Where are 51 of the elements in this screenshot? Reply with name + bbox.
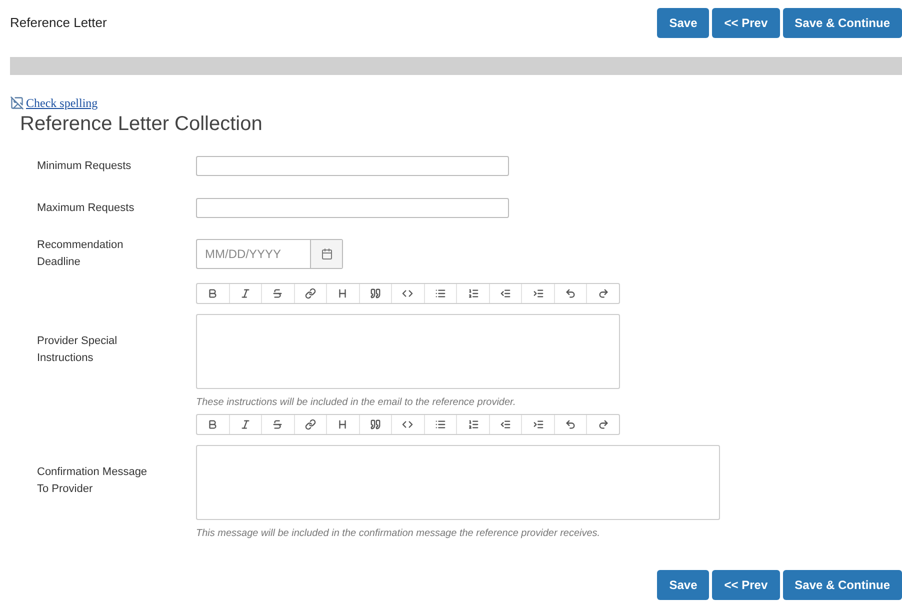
- italic-icon: [240, 419, 251, 430]
- prev-button[interactable]: << Prev: [712, 8, 780, 38]
- date-field[interactable]: MM/DD/YYYY: [196, 239, 343, 269]
- italic-icon: [240, 288, 251, 299]
- outdent-icon: [500, 288, 512, 299]
- text-editor-field[interactable]: [196, 314, 620, 389]
- field-label: Recommendation Deadline: [37, 238, 124, 270]
- calendar-icon: [320, 248, 332, 260]
- field-label: Provider Special Instructions: [37, 334, 118, 366]
- code-icon: [402, 419, 414, 430]
- indent-icon: [532, 288, 544, 299]
- save-button[interactable]: Save: [657, 570, 710, 600]
- calendar-button[interactable]: [310, 240, 342, 268]
- field-label: Maximum Requests: [37, 200, 136, 216]
- bulleted-list-icon: [434, 419, 446, 430]
- text-field[interactable]: [196, 198, 509, 218]
- code-icon: [402, 288, 414, 299]
- heading-icon: [337, 288, 348, 299]
- section-title: Reference Letter Collection: [20, 112, 264, 136]
- field-hint: These instructions will be included in the email to the reference provider.: [196, 396, 517, 410]
- quote-icon: [370, 288, 381, 299]
- save-continue-button[interactable]: Save & Continue: [782, 570, 902, 600]
- redo-icon: [598, 419, 609, 430]
- save-continue-button[interactable]: Save & Continue: [782, 8, 902, 38]
- numbered-list-icon: [468, 419, 479, 430]
- quote-icon: [370, 419, 381, 430]
- prev-button[interactable]: << Prev: [712, 570, 780, 600]
- bulleted-list-icon: [434, 288, 446, 299]
- bold-icon: [207, 419, 218, 430]
- check-spelling-link[interactable]: Check spelling: [26, 94, 98, 112]
- numbered-list-icon: [468, 288, 479, 299]
- save-button[interactable]: Save: [657, 8, 710, 38]
- field-label: Confirmation Message To Provider: [37, 465, 148, 497]
- undo-icon: [565, 288, 576, 299]
- bold-icon: [207, 288, 218, 299]
- outdent-icon: [500, 419, 512, 430]
- link-icon: [304, 288, 316, 299]
- field-label: Minimum Requests: [37, 158, 132, 174]
- strikethrough-icon: [272, 288, 284, 299]
- link-icon: [304, 419, 316, 430]
- heading-icon: [337, 419, 348, 430]
- field-hint: This message will be included in the confirmation message the reference provider receives.: [196, 527, 602, 541]
- date-placeholder: MM/DD/YYYY: [204, 246, 282, 263]
- strikethrough-icon: [272, 419, 284, 430]
- undo-icon: [565, 419, 576, 430]
- indent-icon: [532, 419, 544, 430]
- broken-image-icon: [10, 96, 24, 110]
- page-title: Reference Letter: [10, 14, 107, 32]
- text-editor-field[interactable]: [196, 445, 720, 520]
- text-field[interactable]: [196, 156, 509, 176]
- redo-icon: [598, 288, 609, 299]
